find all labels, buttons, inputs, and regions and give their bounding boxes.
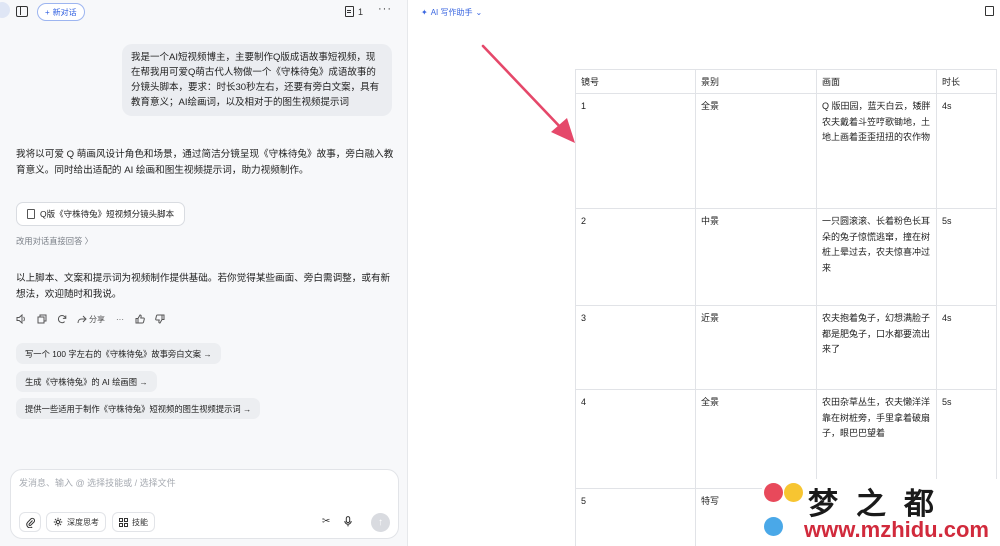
storyboard-table: 镜号 景别 画面 时长 1 全景 Q 版田园，蓝天白云，矮胖农夫戴着斗笠哼歌锄地… — [575, 69, 997, 546]
new-chat-button[interactable]: + 新对话 — [37, 3, 85, 21]
sparkle-icon: ✦ — [421, 8, 428, 17]
table-row: 1 全景 Q 版田园，蓝天白云，矮胖农夫戴着斗笠哼歌锄地，土地上画着歪歪扭扭的农… — [575, 93, 997, 209]
message-composer: 深度思考 技能 ✂ ↑ — [10, 469, 399, 539]
watermark-logo-blue — [764, 517, 783, 536]
new-chat-label: 新对话 — [52, 7, 77, 17]
copy-icon[interactable] — [37, 313, 47, 325]
watermark-logo-yellow — [784, 483, 803, 502]
table-row: 3 近景 农夫抱着兔子，幻想满脸子都是肥兔子，口水都要流出来了 4s — [575, 305, 997, 390]
deep-think-label: 深度思考 — [67, 517, 99, 527]
skills-button[interactable]: 技能 — [112, 512, 155, 532]
thumbs-down-icon[interactable] — [155, 313, 165, 325]
suggestion-chip-ai-image[interactable]: 生成《守株待兔》的 AI 绘画图 → — [16, 371, 157, 392]
cell-scale: 中景 — [695, 208, 817, 306]
cell-shot: 5 — [575, 488, 696, 546]
plus-icon: + — [45, 7, 50, 17]
cell-scene: 农田杂草丛生，农夫懒洋洋靠在树桩旁，手里拿着破扇子，眼巴巴望着 — [816, 389, 937, 489]
table-header-row: 镜号 景别 画面 时长 — [575, 69, 997, 94]
more-options-button[interactable]: ··· — [378, 3, 392, 15]
document-icon — [345, 6, 354, 17]
more-actions-icon[interactable]: ··· — [115, 313, 125, 325]
document-count: 1 — [358, 6, 364, 17]
scissors-icon[interactable]: ✂ — [322, 516, 330, 527]
generated-document-card[interactable]: Q版《守株待兔》短视频分镜头脚本 — [16, 202, 186, 226]
deep-think-button[interactable]: 深度思考 — [46, 512, 106, 532]
watermark-logo-red — [764, 483, 783, 502]
annotation-arrow-icon — [481, 44, 575, 143]
watermark-url: www.mzhidu.com — [804, 517, 989, 542]
sidebar-toggle-icon[interactable] — [16, 6, 28, 17]
app-logo — [0, 2, 10, 18]
documents-button[interactable]: 1 — [345, 6, 363, 17]
skills-label: 技能 — [132, 517, 148, 527]
assistant-reply-outro: 以上脚本、文案和提示词为视频制作提供基础。若你觉得某些画面、旁白需调整，或有新想… — [16, 273, 391, 300]
column-header-scale: 景别 — [695, 69, 817, 94]
message-input[interactable] — [19, 478, 379, 488]
table-row: 4 全景 农田杂草丛生，农夫懒洋洋靠在树桩旁，手里拿着破扇子，眼巴巴望着 5s — [575, 389, 997, 489]
arrow-up-icon: ↑ — [378, 517, 383, 528]
paperclip-icon — [25, 517, 35, 528]
microphone-icon[interactable] — [344, 516, 352, 530]
file-icon — [27, 209, 35, 219]
column-header-shot: 镜号 — [575, 69, 696, 94]
cell-duration: 5s — [936, 208, 997, 306]
assistant-reply-intro: 我将以可爱 Q 萌画风设计角色和场景，通过简洁分镜呈现《守株待兔》故事，旁白融入… — [16, 149, 394, 176]
ai-writer-label: AI 写作助手 — [430, 8, 473, 17]
cell-shot: 3 — [575, 305, 696, 390]
cell-shot: 4 — [575, 389, 696, 489]
chat-panel: + 新对话 1 ··· 我是一个AI短视频博主，主要制作Q版成语故事短视频，现在… — [0, 0, 408, 546]
column-header-scene: 画面 — [816, 69, 937, 94]
site-watermark: 梦之都 www.mzhidu.com — [762, 479, 1000, 546]
suggestion-chip-video-prompts[interactable]: 提供一些适用于制作《守株待兔》短视频的图生视频提示词 → — [16, 398, 261, 419]
message-actions: 分享 ··· — [16, 313, 165, 325]
cell-scene: Q 版田园，蓝天白云，矮胖农夫戴着斗笠哼歌锄地，土地上画着歪歪扭扭的农作物 — [816, 93, 937, 209]
cell-scene: 农夫抱着兔子，幻想满脸子都是肥兔子，口水都要流出来了 — [816, 305, 937, 390]
document-card-title: Q版《守株待兔》短视频分镜头脚本 — [40, 209, 175, 219]
share-button[interactable]: 分享 — [77, 313, 105, 325]
suggestion-chip-narration[interactable]: 写一个 100 字左右的《守株待兔》故事旁白文案 → — [16, 343, 221, 364]
copy-document-icon[interactable] — [985, 6, 994, 16]
document-panel: ✦ AI 写作助手 ⌄ 镜号 景别 画面 时长 1 全景 Q 版田园，蓝天白云，… — [409, 0, 1000, 546]
send-button[interactable]: ↑ — [371, 513, 390, 532]
column-header-duration: 时长 — [936, 69, 997, 94]
chevron-down-icon: ⌄ — [475, 8, 483, 17]
attach-button[interactable] — [19, 512, 41, 532]
cell-duration: 5s — [936, 389, 997, 489]
cell-scale: 全景 — [695, 93, 817, 209]
thumbs-up-icon[interactable] — [135, 313, 145, 325]
user-message: 我是一个AI短视频博主，主要制作Q版成语故事短视频，现在帮我用可爱Q萌古代人物做… — [122, 44, 392, 116]
chat-topbar: + 新对话 1 ··· — [0, 0, 408, 26]
share-label: 分享 — [89, 314, 105, 324]
direct-reply-link[interactable]: 改用对话直接回答 〉 — [16, 235, 93, 247]
ai-writer-dropdown[interactable]: ✦ AI 写作助手 ⌄ — [421, 7, 482, 18]
read-aloud-icon[interactable] — [16, 313, 27, 325]
cell-shot: 1 — [575, 93, 696, 209]
cell-duration: 4s — [936, 305, 997, 390]
grid-icon — [119, 517, 128, 527]
cell-scale: 近景 — [695, 305, 817, 390]
regenerate-icon[interactable] — [57, 313, 67, 325]
table-row: 2 中景 一只圆滚滚、长着粉色长耳朵的兔子惊慌逃窜，撞在树桩上晕过去，农夫惊喜冲… — [575, 208, 997, 306]
cell-duration: 4s — [936, 93, 997, 209]
cell-scale: 全景 — [695, 389, 817, 489]
cell-shot: 2 — [575, 208, 696, 306]
cell-scene: 一只圆滚滚、长着粉色长耳朵的兔子惊慌逃窜，撞在树桩上晕过去，农夫惊喜冲过来 — [816, 208, 937, 306]
app-window: + 新对话 1 ··· 我是一个AI短视频博主，主要制作Q版成语故事短视频，现在… — [0, 0, 1000, 546]
deep-think-icon — [53, 517, 63, 527]
